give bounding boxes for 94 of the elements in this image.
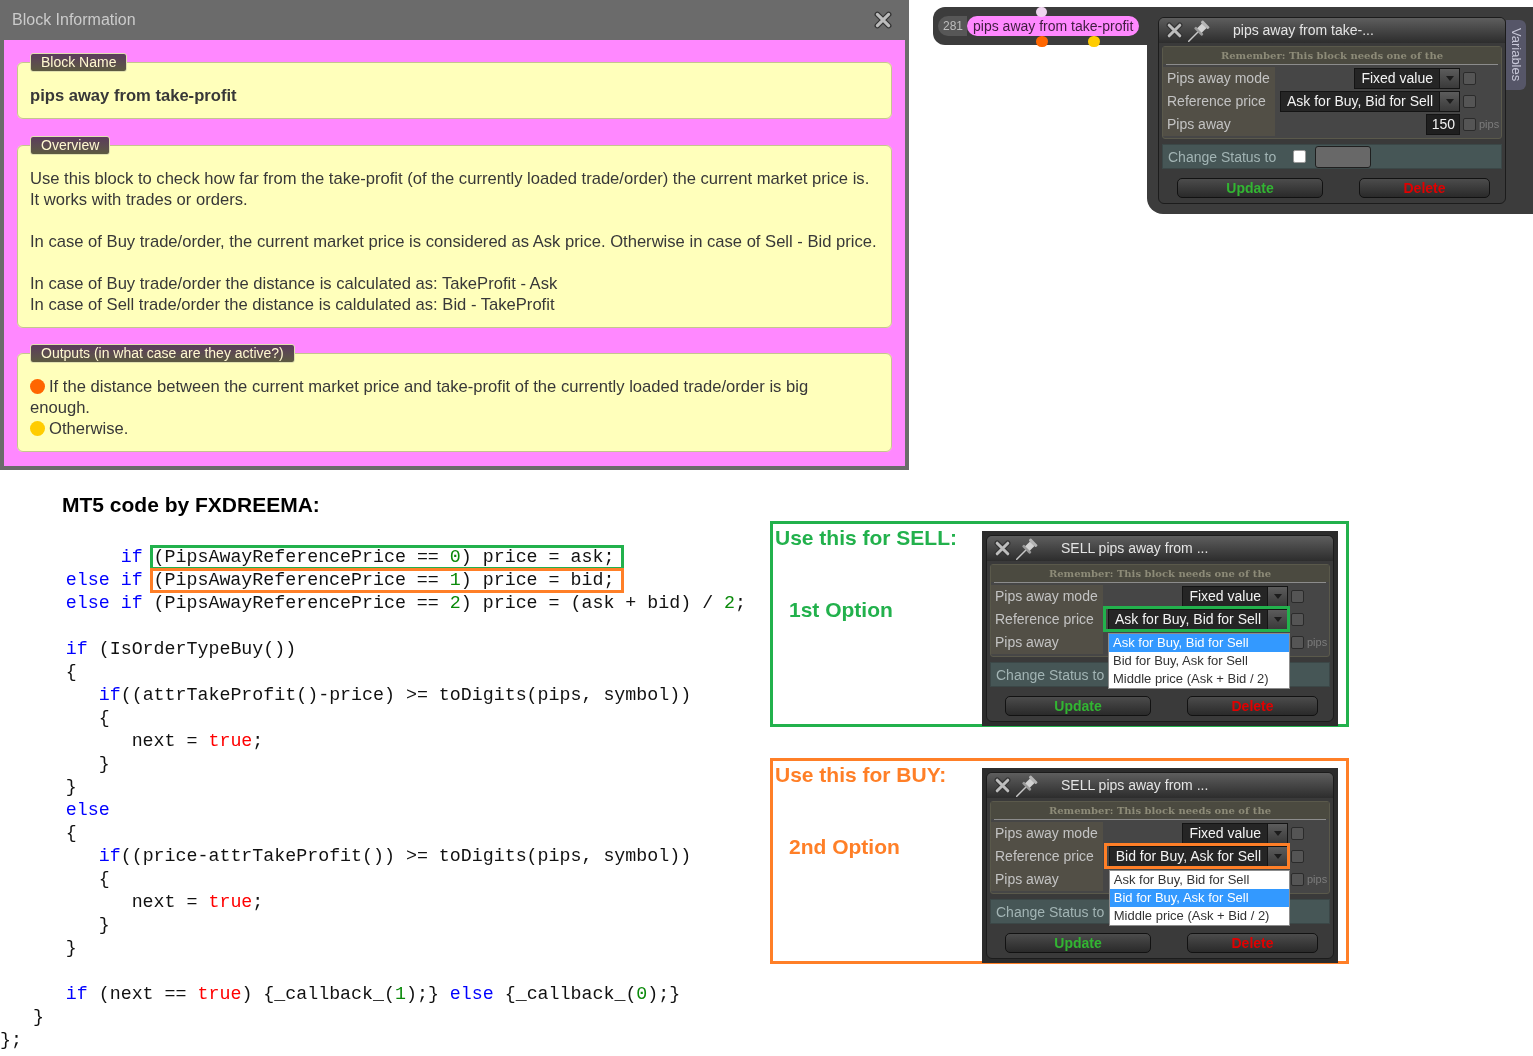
code-line: }; (0, 1030, 22, 1050)
field-label: Reference price (1163, 90, 1275, 113)
dropdown-select[interactable]: Fixed value (1182, 586, 1288, 607)
number-input[interactable]: 150 (1426, 114, 1460, 135)
checkbox[interactable] (1291, 827, 1304, 840)
section-legend: Overview (30, 136, 111, 155)
caret-icon (1445, 76, 1454, 81)
overview-text: In case of Sell trade/order the distance is caldulated as: Bid - TakeProfit (30, 294, 556, 315)
block-label: pips away from take-profit (967, 16, 1140, 36)
update-button[interactable]: Update (1005, 933, 1151, 953)
code-line: } (98, 754, 110, 774)
code-line: next = true; (131, 892, 264, 912)
caret-icon (1445, 99, 1454, 104)
option-label: 1st Option (789, 597, 893, 623)
close-icon[interactable] (1166, 22, 1183, 39)
checkbox[interactable] (1291, 873, 1304, 886)
status-label: Change Status to (996, 666, 1105, 683)
section-legend: Block Name (30, 53, 128, 72)
block-node[interactable]: 281 pips away from take-profit (933, 7, 1147, 45)
overview-text: Use this block to check how far from the take-profit (of the currently loaded trade/order) the current market price is. It works with trades or orders. (30, 168, 871, 210)
checkbox[interactable] (1463, 118, 1476, 131)
option-label: 2nd Option (789, 834, 900, 860)
field-label: Pips away mode (1163, 67, 1275, 90)
overview-text: In case of Buy trade/order, the current market price is considered as Ask price. Otherwise in case of Sell - Bid price. (30, 231, 878, 252)
code-line: } (65, 938, 77, 958)
code-line: if (PipsAwayReferencePrice == 0) price = ask; (120, 547, 615, 567)
caret-icon (1273, 594, 1282, 599)
block-number: 281 (938, 16, 968, 36)
code-line: else if (PipsAwayReferencePrice == 1) price = bid; (65, 570, 615, 590)
code-line: if((attrTakeProfit()-price) >= toDigits(pips, symbol)) (98, 685, 692, 705)
input-connector-icon[interactable] (1036, 7, 1047, 17)
code-line: { (65, 662, 77, 682)
checkbox[interactable] (1291, 636, 1304, 649)
output-text: If the distance between the current market price and take-profit of the currently loaded trade/order is big enough. (30, 377, 809, 417)
field-label: Reference price (991, 608, 1103, 631)
code-line: if (IsOrderTypeBuy()) (65, 639, 297, 659)
code-line: } (98, 915, 110, 935)
update-button[interactable]: Update (1177, 178, 1323, 198)
code-line: { (98, 869, 110, 889)
pin-icon[interactable] (1015, 774, 1039, 797)
dropdown-select[interactable]: Fixed value (1182, 823, 1288, 844)
output-text: Otherwise. (49, 419, 129, 438)
code-line: } (32, 1007, 44, 1027)
dropdown-select[interactable]: Bid for Buy, Ask for Sell (1108, 846, 1288, 867)
notice-text: Remember: This block needs one of the (1163, 47, 1501, 64)
dialog-title: Block Information (12, 10, 136, 30)
output-connector-icon[interactable] (1088, 36, 1100, 47)
close-icon[interactable] (994, 540, 1011, 557)
example-heading: Use this for BUY: (775, 762, 947, 788)
caret-icon (1273, 831, 1282, 836)
section-legend: Outputs (in what case are they active?) (30, 344, 295, 363)
code-line: next = true; (131, 731, 264, 751)
field-label: Pips away (991, 868, 1103, 891)
field-label: Reference price (991, 845, 1103, 868)
code-line: } (65, 777, 77, 797)
pin-icon[interactable] (1187, 19, 1211, 42)
field-label: Pips away (1163, 113, 1275, 136)
dropdown-select[interactable]: Fixed value (1354, 68, 1460, 89)
caret-icon (1273, 617, 1282, 622)
status-color-field[interactable] (1315, 145, 1371, 168)
code-heading: MT5 code by FXDREEMA: (62, 492, 320, 518)
example-heading: Use this for SELL: (775, 525, 958, 551)
code-line: { (98, 708, 110, 728)
overview-text: In case of Buy trade/order the distance is calculated as: TakeProfit - Ask (30, 273, 559, 294)
block-name-text: pips away from take-profit (30, 85, 238, 106)
output-connector-icon[interactable] (1036, 36, 1048, 47)
panel-title: pips away from take-... (1233, 21, 1374, 40)
dropdown-select[interactable]: Ask for Buy, Bid for Sell (1280, 91, 1460, 112)
code-line: { (65, 823, 77, 843)
code-line: if((price-attrTakeProfit()) >= toDigits(pips, symbol)) (98, 846, 692, 866)
caret-icon (1273, 854, 1282, 859)
code-line: else if (PipsAwayReferencePrice == 2) price = (ask + bid) / 2; (65, 593, 747, 613)
checkbox[interactable] (1293, 150, 1306, 163)
checkbox[interactable] (1463, 95, 1476, 108)
panel-title: SELL pips away from ... (1061, 539, 1209, 558)
checkbox[interactable] (1291, 590, 1304, 603)
pin-icon[interactable] (1015, 537, 1039, 560)
close-icon[interactable] (994, 777, 1011, 794)
field-label: Pips away (991, 631, 1103, 654)
field-label: Pips away mode (991, 822, 1103, 845)
update-button[interactable]: Update (1005, 696, 1151, 716)
status-label: Change Status to (1168, 148, 1277, 165)
notice-text: Remember: This block needs one of the (991, 565, 1329, 582)
checkbox[interactable] (1291, 613, 1304, 626)
close-icon[interactable] (874, 11, 892, 29)
notice-text: Remember: This block needs one of the (991, 802, 1329, 819)
checkbox[interactable] (1291, 850, 1304, 863)
status-label: Change Status to (996, 903, 1105, 920)
variables-tab[interactable]: Variables (1506, 20, 1526, 90)
field-label: Pips away mode (991, 585, 1103, 608)
checkbox[interactable] (1463, 72, 1476, 85)
code-line: else (65, 800, 110, 820)
code-line: if (next == true) {_callback_(1);} else {_callback_(0);} (65, 984, 681, 1004)
panel-title: SELL pips away from ... (1061, 776, 1209, 795)
